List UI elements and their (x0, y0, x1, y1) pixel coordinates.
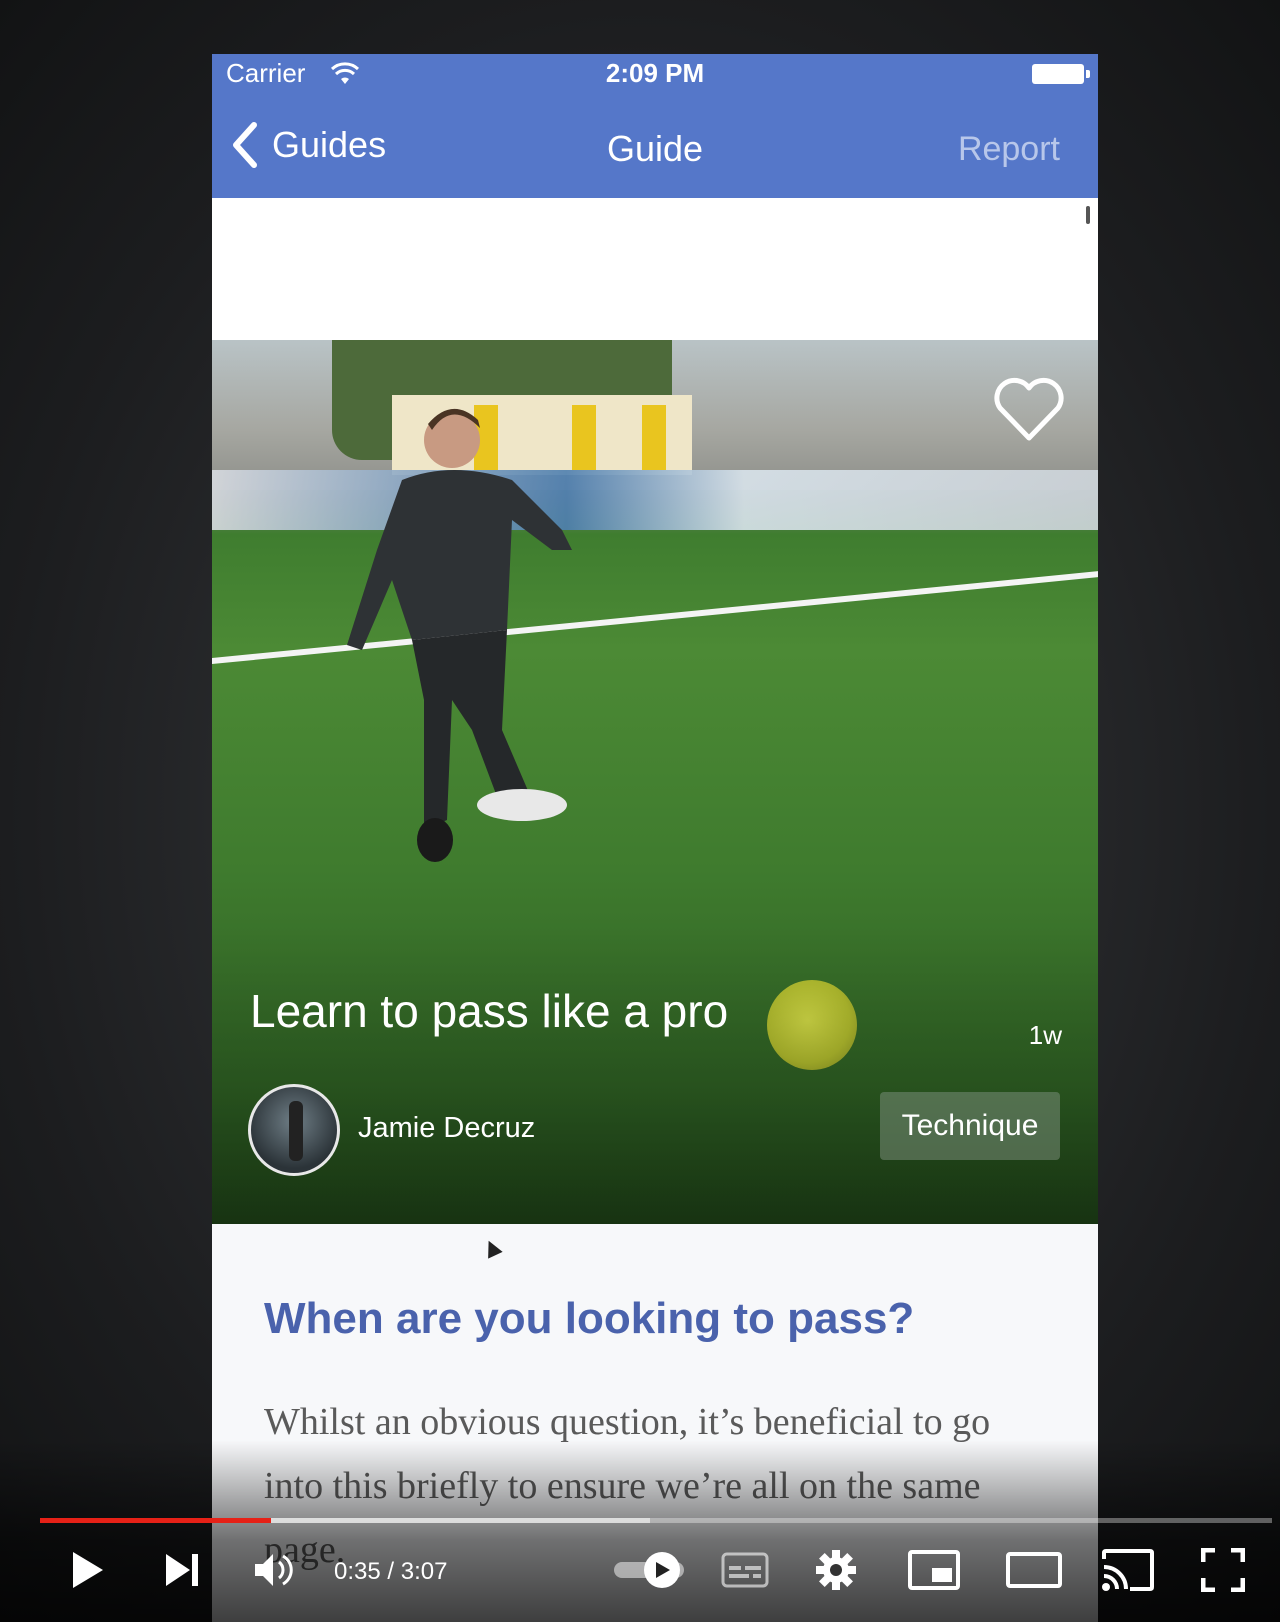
miniplayer-icon (908, 1550, 960, 1590)
heart-icon[interactable] (992, 376, 1066, 442)
yellow-door (642, 405, 666, 470)
duration: 3:07 (400, 1558, 448, 1585)
settings-button[interactable] (812, 1546, 860, 1594)
next-icon (166, 1554, 198, 1586)
settings-icon (816, 1550, 856, 1590)
next-button[interactable] (158, 1546, 206, 1594)
report-button[interactable]: Report (958, 130, 1060, 169)
play-icon (73, 1552, 103, 1588)
fullscreen-icon (1201, 1548, 1245, 1592)
play-button[interactable] (64, 1546, 112, 1594)
progress-played (40, 1518, 271, 1523)
hero-shade (212, 924, 1098, 1224)
player-figure (347, 408, 572, 862)
time-display: 0:35 / 3:07 (334, 1558, 447, 1586)
guide-hero-image: Learn to pass like a pro 1w Jamie Decruz… (212, 340, 1098, 1224)
category-tag[interactable]: Technique (880, 1092, 1060, 1160)
avatar-figure (289, 1101, 303, 1161)
subtitles-icon (721, 1552, 769, 1588)
clock: 2:09 PM (605, 58, 705, 88)
navigation-bar: Guides Guide Report (212, 94, 1098, 198)
status-bar: Carrier 2:09 PM (212, 54, 1098, 94)
guide-title: Learn to pass like a pro (250, 985, 729, 1037)
cast-icon (1102, 1549, 1154, 1591)
section-heading: When are you looking to pass? (264, 1294, 915, 1343)
autoplay-toggle[interactable] (608, 1546, 708, 1594)
current-time: 0:35 (334, 1558, 381, 1585)
fullscreen-button[interactable] (1198, 1546, 1248, 1594)
video-controls (0, 1440, 1280, 1622)
theater-icon (1006, 1552, 1062, 1588)
author-name[interactable]: Jamie Decruz (358, 1112, 535, 1145)
app-screen: Carrier 2:09 PM Guides Guide Report Lear… (212, 54, 1098, 1622)
autoplay-icon (614, 1552, 684, 1588)
subtitles-button[interactable] (718, 1546, 772, 1594)
post-age: 1w (1028, 1020, 1062, 1050)
volume-icon (255, 1554, 293, 1586)
theater-mode-button[interactable] (1004, 1546, 1064, 1594)
scroll-indicator (1086, 206, 1090, 224)
time-separator: / (380, 1558, 401, 1585)
cast-button[interactable] (1100, 1546, 1156, 1594)
author-avatar[interactable] (248, 1084, 340, 1176)
miniplayer-button[interactable] (906, 1546, 962, 1594)
battery-icon (1032, 64, 1090, 84)
volume-button[interactable] (250, 1546, 298, 1594)
